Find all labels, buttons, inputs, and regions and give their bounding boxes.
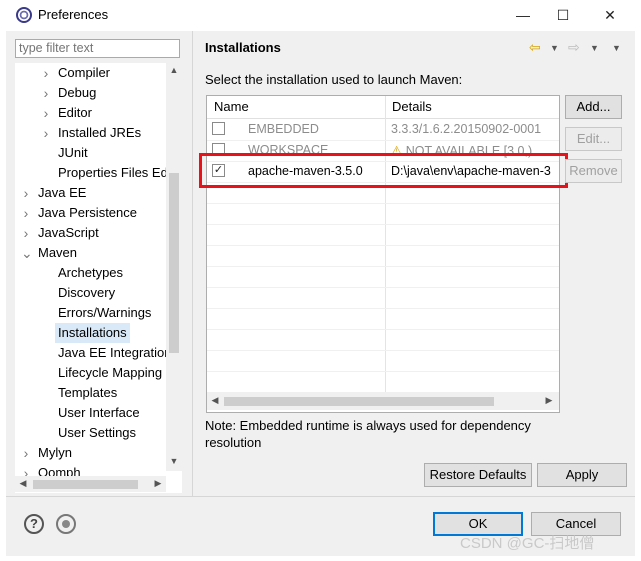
table-row	[207, 329, 559, 351]
window-title: Preferences	[38, 7, 109, 22]
view-menu-icon[interactable]: ▼	[612, 43, 621, 53]
tree-horizontal-scrollbar[interactable]: ◀ ▶	[15, 476, 166, 492]
restore-defaults-button[interactable]: Restore Defaults	[424, 463, 532, 487]
dialog-content: › Compiler › Debug › Editor › Installed JREs JUn…	[6, 31, 635, 556]
table-row	[207, 203, 559, 225]
embedded-runtime-note: Note: Embedded runtime is always used fo…	[205, 418, 531, 450]
forward-dropdown-icon[interactable]: ▼	[590, 43, 599, 53]
installations-description: Select the installation used to launch M…	[205, 72, 463, 87]
expand-arrow-icon[interactable]: ›	[21, 443, 31, 463]
table-row	[207, 266, 559, 288]
tree-item-label: Java EE	[38, 185, 87, 200]
tree-vertical-scrollbar[interactable]: ▲ ▼	[166, 63, 182, 471]
table-row	[207, 224, 559, 246]
tree-item-label: Java Persistence	[38, 205, 137, 220]
tree-item-label: JUnit	[58, 145, 88, 160]
table-row	[207, 371, 559, 393]
table-horizontal-scrollbar[interactable]: ◀ ▶	[207, 393, 559, 410]
tree-item-label: Errors/Warnings	[58, 305, 152, 320]
tree-item-label: Lifecycle Mapping	[58, 365, 163, 380]
back-arrow-icon[interactable]: ⇦	[529, 39, 541, 56]
tree-item-label: Compiler	[58, 65, 111, 80]
tree-item-label: Editor	[58, 105, 92, 120]
expand-arrow-icon[interactable]: ›	[41, 103, 51, 123]
forward-arrow-icon[interactable]: ⇨	[568, 39, 580, 56]
scroll-left-icon[interactable]: ◀	[207, 395, 223, 406]
minimize-icon[interactable]: —	[508, 4, 538, 26]
filter-input[interactable]	[15, 39, 180, 58]
tree-item-label: Installed JREs	[58, 125, 142, 140]
column-header-name[interactable]: Name	[214, 99, 249, 114]
expand-arrow-icon[interactable]: ›	[41, 63, 51, 83]
tree-item-label: Debug	[58, 85, 97, 100]
installations-table: Name Details EMBEDDED 3.3.3/1.6.2.2015090…	[206, 95, 560, 413]
expand-arrow-icon[interactable]: ›	[21, 203, 31, 223]
scroll-thumb[interactable]	[33, 480, 138, 489]
installation-details-cell: 3.3.3/1.6.2.20150902-0001	[391, 122, 541, 136]
help-icon[interactable]: ?	[24, 514, 44, 534]
tree-item-label: Templates	[58, 385, 118, 400]
highlight-box	[199, 153, 568, 188]
installation-details: 3.3.3/1.6.2.20150902-0001	[391, 122, 542, 136]
back-dropdown-icon[interactable]: ▼	[550, 43, 559, 53]
row-checkbox[interactable]	[212, 122, 225, 135]
table-header: Name Details	[207, 96, 559, 119]
scroll-right-icon[interactable]: ▶	[150, 478, 166, 489]
scroll-down-icon[interactable]: ▼	[166, 456, 182, 466]
preferences-window: Preferences — ☐ ✕ › Compiler › Debug › Editor…	[0, 0, 641, 561]
button-bar-separator	[6, 496, 635, 497]
installation-name: EMBEDDED	[248, 122, 319, 136]
edit-button[interactable]: Edit...	[565, 127, 622, 151]
eclipse-app-icon	[16, 7, 32, 23]
scroll-up-icon[interactable]: ▲	[166, 65, 182, 75]
table-row	[207, 308, 559, 330]
scroll-right-icon[interactable]: ▶	[541, 395, 557, 406]
table-row	[207, 350, 559, 372]
preferences-tree: › Compiler › Debug › Editor › Installed JREs JUn…	[15, 63, 182, 493]
tree-item-label: User Settings	[58, 425, 137, 440]
tree-item-label: User Interface	[58, 405, 140, 420]
add-button[interactable]: Add...	[565, 95, 622, 119]
tree-item-label: Java EE Integration	[58, 345, 172, 360]
tree-item-label: Discovery	[58, 285, 116, 300]
tree-item-label: JavaScript	[38, 225, 99, 240]
expand-arrow-icon[interactable]: ›	[21, 223, 31, 243]
panel-divider[interactable]	[192, 31, 193, 496]
title-bar: Preferences — ☐ ✕	[0, 0, 641, 31]
scroll-left-icon[interactable]: ◀	[15, 478, 31, 489]
tree-item-label: Properties Files Ed	[58, 165, 168, 180]
tree-item-label: Maven	[38, 245, 78, 260]
apply-button[interactable]: Apply	[537, 463, 627, 487]
tree-item-label: Archetypes	[58, 265, 124, 280]
tree-item-label: Installations	[55, 323, 130, 343]
scroll-thumb[interactable]	[169, 173, 179, 353]
table-row[interactable]: EMBEDDED 3.3.3/1.6.2.20150902-0001	[207, 119, 559, 141]
table-row	[207, 245, 559, 267]
record-icon[interactable]	[56, 514, 76, 534]
remove-button[interactable]: Remove	[565, 159, 622, 183]
column-header-details[interactable]: Details	[392, 99, 432, 114]
expand-arrow-icon[interactable]: ›	[21, 183, 31, 203]
maximize-icon[interactable]: ☐	[548, 4, 578, 26]
tree-item-label: Mylyn	[38, 445, 72, 460]
close-icon[interactable]: ✕	[595, 4, 625, 26]
watermark: CSDN @GC-扫地僧	[460, 535, 595, 552]
expand-arrow-icon[interactable]: ›	[41, 123, 51, 143]
expand-arrow-icon[interactable]: ›	[41, 83, 51, 103]
scroll-thumb[interactable]	[224, 397, 494, 406]
page-title: Installations	[205, 40, 281, 55]
collapse-arrow-icon[interactable]: ⌄	[21, 243, 33, 263]
table-row	[207, 287, 559, 309]
